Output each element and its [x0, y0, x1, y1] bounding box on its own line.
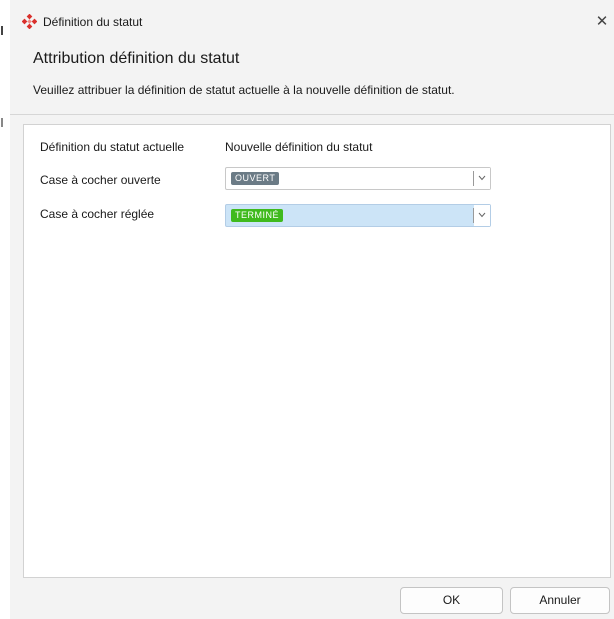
column-header-current: Définition du statut actuelle [40, 140, 185, 154]
background-glyph [1, 118, 3, 127]
dropdown-value[interactable]: OUVERT [226, 168, 473, 189]
mapping-panel: Définition du statut actuelle Nouvelle d… [23, 124, 611, 578]
status-definition-dialog: Définition du statut ✕ Attribution défin… [10, 0, 614, 619]
title-bar: Définition du statut ✕ [10, 10, 614, 37]
chevron-down-icon [478, 212, 486, 218]
row-label-done: Case à cocher réglée [40, 207, 155, 221]
close-icon: ✕ [595, 13, 609, 30]
window-title: Définition du statut [43, 15, 143, 29]
column-header-new: Nouvelle définition du statut [225, 140, 373, 154]
ok-button[interactable]: OK [400, 587, 503, 614]
background-glyph [1, 26, 3, 35]
app-logo-icon [22, 14, 37, 29]
dialog-description: Veuillez attribuer la définition de stat… [33, 83, 455, 97]
row-label-open: Case à cocher ouverte [40, 173, 161, 187]
chevron-down-icon [478, 175, 486, 181]
new-status-dropdown-open[interactable]: OUVERT [225, 167, 491, 190]
new-status-dropdown-done[interactable]: TERMINÉ [225, 204, 491, 227]
status-badge-open: OUVERT [231, 172, 280, 185]
dropdown-toggle[interactable] [474, 168, 490, 189]
header-divider [10, 114, 614, 115]
background-window-edge [0, 0, 10, 619]
dropdown-value[interactable]: TERMINÉ [226, 205, 473, 226]
status-badge-done: TERMINÉ [231, 209, 283, 222]
cancel-button[interactable]: Annuler [510, 587, 610, 614]
dropdown-toggle[interactable] [474, 205, 490, 226]
close-button[interactable]: ✕ [593, 13, 611, 31]
dialog-heading: Attribution définition du statut [33, 50, 240, 67]
